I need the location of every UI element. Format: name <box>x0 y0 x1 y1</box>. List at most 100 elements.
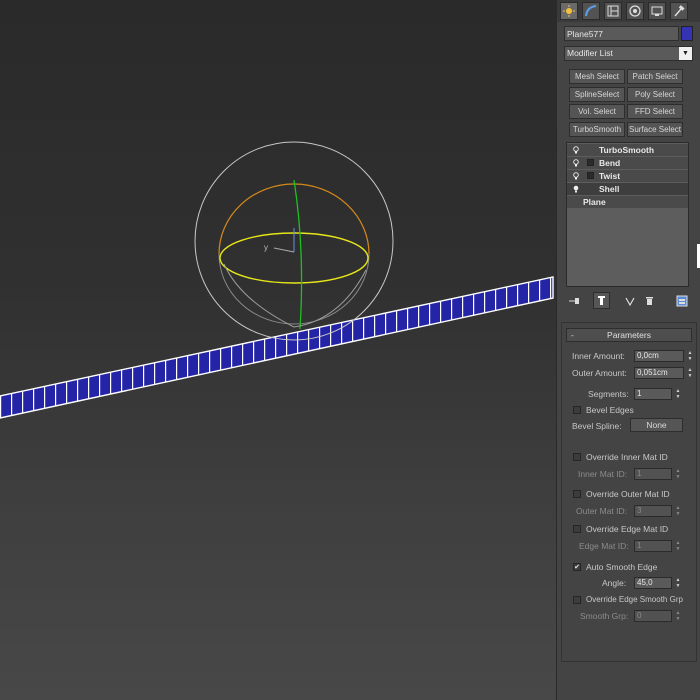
segments-field[interactable]: 1 <box>634 388 672 400</box>
auto-smooth-checkbox[interactable]: ✔ <box>573 563 581 571</box>
lightbulb-icon[interactable] <box>573 146 579 154</box>
expand-box-icon[interactable] <box>587 159 594 166</box>
show-end-result-icon <box>598 296 605 305</box>
modifier-stack[interactable]: TurboSmooth Bend Twist Shell Plane <box>566 142 689 287</box>
trash-icon <box>646 296 653 305</box>
override-inner-mat-label: Override Inner Mat ID <box>586 452 668 462</box>
angle-spinner[interactable]: ▲ ▼ <box>674 577 682 589</box>
hierarchy-icon <box>607 5 619 17</box>
patch-select-button[interactable]: Patch Select <box>627 69 683 84</box>
inner-mat-id-label: Inner Mat ID: <box>578 469 628 479</box>
configure-sets-icon <box>676 295 687 306</box>
stack-item-bend[interactable]: Bend <box>567 157 688 169</box>
hammer-icon <box>674 5 685 17</box>
ffd-select-button[interactable]: FFD Select <box>627 104 683 119</box>
outer-amount-spinner[interactable]: ▲ ▼ <box>686 367 694 379</box>
shell-plane-object[interactable] <box>0 276 554 419</box>
surface-select-button[interactable]: Surface Select <box>627 122 683 137</box>
viewport-scene: y <box>0 141 554 419</box>
turbosmooth-button[interactable]: TurboSmooth <box>569 122 625 137</box>
stack-item-twist[interactable]: Twist <box>567 170 688 182</box>
stack-item-label: Plane <box>583 197 606 207</box>
mesh-select-button[interactable]: Mesh Select <box>569 69 625 84</box>
stack-toolbar <box>564 292 693 310</box>
override-smooth-grp-checkbox[interactable] <box>573 596 581 604</box>
edge-mat-id-spinner[interactable]: ▲ ▼ <box>674 540 682 552</box>
modify-curve-icon <box>585 5 597 17</box>
segments-label: Segments: <box>588 389 629 399</box>
inner-mat-id-spinner[interactable]: ▲ ▼ <box>674 468 682 480</box>
bevel-edges-checkbox[interactable] <box>573 406 581 414</box>
modifier-list-label: Modifier List <box>567 48 613 58</box>
outer-amount-label: Outer Amount: <box>572 368 627 378</box>
object-color-swatch[interactable] <box>681 26 693 41</box>
hierarchy-tab[interactable] <box>604 2 622 20</box>
smooth-grp-field[interactable]: 0 <box>634 610 672 622</box>
stack-item-plane[interactable]: Plane <box>567 196 688 208</box>
utilities-tab[interactable] <box>670 2 688 20</box>
lightbulb-icon[interactable] <box>573 172 579 180</box>
modifier-list-dropdown[interactable]: Modifier List ▼ <box>564 46 693 61</box>
collapse-icon: - <box>571 330 574 340</box>
display-monitor-icon <box>651 6 663 16</box>
transform-gizmo <box>194 141 394 341</box>
stack-item-shell[interactable]: Shell <box>567 183 688 195</box>
outer-mat-id-spinner[interactable]: ▲ ▼ <box>674 505 682 517</box>
edge-mat-id-field[interactable]: 1 <box>634 540 672 552</box>
override-outer-mat-label: Override Outer Mat ID <box>586 489 670 499</box>
bevel-spline-button[interactable]: None <box>630 418 683 432</box>
edge-mat-id-label: Edge Mat ID: <box>579 541 629 551</box>
motion-tab[interactable] <box>626 2 644 20</box>
expand-box-icon[interactable] <box>587 172 594 179</box>
lightbulb-icon[interactable] <box>573 159 579 167</box>
inner-amount-field[interactable]: 0,0cm <box>634 350 684 362</box>
show-end-result-button[interactable] <box>593 292 610 309</box>
override-outer-mat-checkbox[interactable] <box>573 490 581 498</box>
modify-tab[interactable] <box>582 2 600 20</box>
command-panel-tabs <box>557 0 700 22</box>
bevel-spline-label: Bevel Spline: <box>572 421 622 431</box>
parameters-title: Parameters <box>607 330 651 340</box>
smooth-grp-spinner[interactable]: ▲ ▼ <box>674 610 682 622</box>
lightbulb-icon[interactable] <box>573 185 579 193</box>
stack-item-label: TurboSmooth <box>599 145 655 155</box>
stack-item-label: Twist <box>599 171 621 181</box>
bevel-edges-label: Bevel Edges <box>586 405 634 415</box>
poly-select-button[interactable]: Poly Select <box>627 87 683 102</box>
make-unique-icon <box>624 297 635 306</box>
motion-icon <box>629 5 641 17</box>
vol-select-button[interactable]: Vol. Select <box>569 104 625 119</box>
angle-label: Angle: <box>602 578 627 588</box>
command-panel: Modifier List ▼ Mesh Select Patch Select… <box>556 0 700 700</box>
spline-select-button[interactable]: SplineSelect <box>569 87 625 102</box>
stack-item-label: Bend <box>599 158 621 168</box>
inner-amount-spinner[interactable]: ▲ ▼ <box>686 350 694 362</box>
perspective-viewport[interactable]: y <box>0 0 556 700</box>
outer-mat-id-field[interactable]: 3 <box>634 505 672 517</box>
chevron-down-icon: ▼ <box>679 47 692 60</box>
override-inner-mat-checkbox[interactable] <box>573 453 581 461</box>
stack-item-turbosmooth[interactable]: TurboSmooth <box>567 144 688 156</box>
stack-item-label: Shell <box>599 184 620 194</box>
remove-modifier-button[interactable] <box>641 292 658 309</box>
smooth-grp-label: Smooth Grp: <box>580 611 629 621</box>
angle-field[interactable]: 45,0 <box>634 577 672 589</box>
configure-modifier-sets-button[interactable] <box>673 292 690 309</box>
object-name-field[interactable] <box>564 26 679 41</box>
pin-icon <box>569 298 579 304</box>
override-edge-mat-checkbox[interactable] <box>573 525 581 533</box>
parameters-rollout: - Parameters Inner Amount: 0,0cm ▲ ▼ Oute… <box>561 322 697 662</box>
inner-mat-id-field[interactable]: 1 <box>634 468 672 480</box>
create-tab[interactable] <box>560 2 578 20</box>
segments-spinner[interactable]: ▲ ▼ <box>674 388 682 400</box>
make-unique-button[interactable] <box>621 292 638 309</box>
sun-icon <box>563 5 575 17</box>
pin-stack-button[interactable] <box>566 292 583 309</box>
inner-amount-label: Inner Amount: <box>572 351 625 361</box>
gizmo-axis-label: y <box>264 243 268 252</box>
display-tab[interactable] <box>648 2 666 20</box>
outer-amount-field[interactable]: 0,051cm <box>634 367 684 379</box>
outer-mat-id-label: Outer Mat ID: <box>576 506 628 516</box>
auto-smooth-label: Auto Smooth Edge <box>586 562 658 572</box>
parameters-rollout-header[interactable]: - Parameters <box>566 328 692 342</box>
